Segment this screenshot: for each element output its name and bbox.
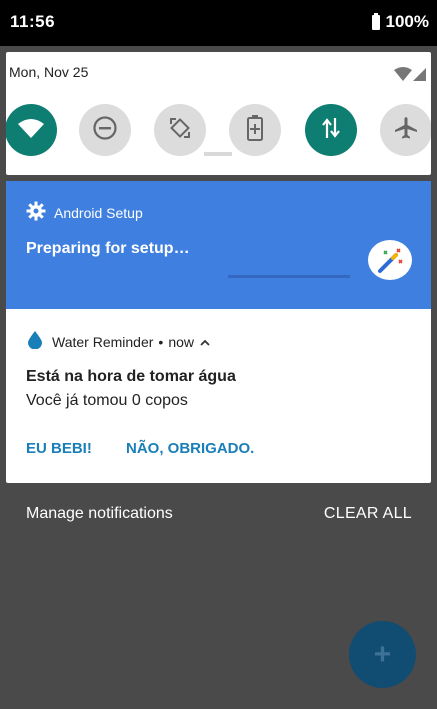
eu-bebi-button[interactable]: EU BEBI!	[26, 440, 92, 457]
manage-notifications-button[interactable]: Manage notifications	[26, 505, 173, 523]
auto-rotate-tile[interactable]	[154, 104, 206, 156]
mobile-data-tile[interactable]	[305, 104, 357, 156]
battery-icon	[371, 12, 380, 30]
magic-wand-icon	[368, 240, 412, 280]
water-title: Está na hora de tomar água	[26, 368, 236, 385]
gear-icon	[26, 201, 54, 224]
chevron-up-icon[interactable]	[200, 334, 210, 350]
airplane-mode-tile[interactable]	[380, 104, 431, 156]
battery-indicator: 100%	[371, 12, 429, 32]
water-time: now	[168, 333, 194, 350]
airplane-mode-icon	[393, 115, 419, 146]
signal-icons	[393, 66, 427, 87]
water-header: Water Reminder • now	[28, 331, 210, 352]
do-not-disturb-tile[interactable]	[79, 104, 131, 156]
do-not-disturb-icon	[92, 115, 118, 146]
setup-progress-bar	[228, 275, 350, 278]
mobile-data-icon	[320, 116, 342, 145]
qs-expand-handle[interactable]	[204, 152, 232, 156]
setup-app-name: Android Setup	[54, 204, 143, 221]
clear-all-button[interactable]: CLEAR ALL	[324, 505, 412, 523]
plus-icon: +	[373, 637, 392, 671]
battery-level: 100%	[385, 12, 429, 31]
header-separator: •	[158, 333, 164, 350]
water-text: Você já tomou 0 copos	[26, 392, 188, 409]
add-button[interactable]: +	[349, 621, 416, 688]
status-bar: 11:56 100%	[0, 0, 437, 46]
status-time: 11:56	[10, 12, 56, 31]
setup-title: Preparing for setup…	[26, 240, 190, 257]
setup-header: Android Setup	[26, 201, 143, 224]
wifi-tile[interactable]	[6, 104, 57, 156]
wifi-icon	[17, 117, 45, 144]
qs-date: Mon, Nov 25	[9, 64, 89, 80]
auto-rotate-icon	[167, 115, 193, 146]
battery-saver-icon	[245, 114, 265, 147]
water-reminder-notification[interactable]: Water Reminder • now Está na hora de tom…	[6, 309, 431, 483]
water-drop-icon	[28, 331, 42, 352]
quick-settings-panel: Mon, Nov 25	[6, 52, 431, 175]
water-app-name: Water Reminder	[52, 333, 154, 350]
battery-saver-tile[interactable]	[229, 104, 281, 156]
android-setup-notification[interactable]: Android Setup Preparing for setup…	[6, 181, 431, 309]
nao-obrigado-button[interactable]: NÃO, OBRIGADO.	[126, 440, 254, 457]
